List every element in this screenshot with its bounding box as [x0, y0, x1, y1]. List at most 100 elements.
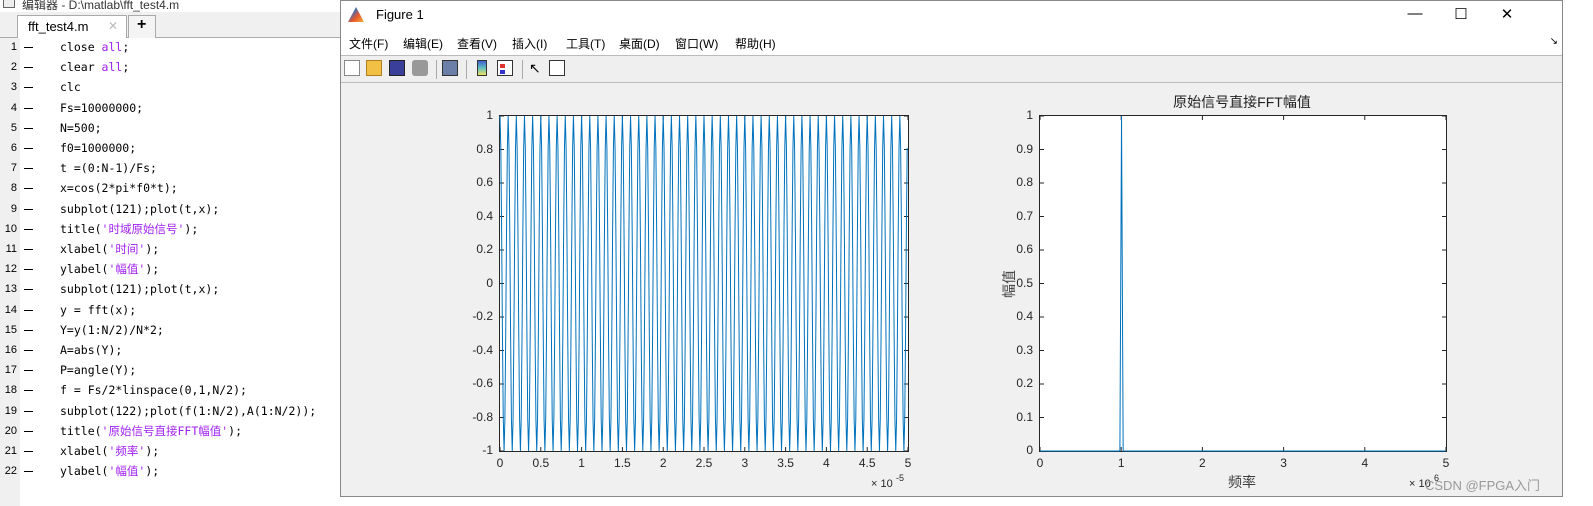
tab-fft-test4[interactable]: fft_test4.m ✕ — [17, 15, 127, 38]
code-text: close all; — [60, 37, 129, 57]
code-text: clc — [60, 77, 81, 97]
y-tick-label: 0.7 — [1016, 208, 1033, 223]
breakpoint-marker[interactable] — [24, 127, 33, 129]
x-tick-label: 4 — [823, 456, 830, 470]
code-line[interactable]: 11 xlabel('时间'); — [0, 239, 340, 259]
code-line[interactable]: 19 subplot(122);plot(f(1:N/2),A(1:N/2)); — [0, 401, 340, 421]
code-line[interactable]: 14 y = fft(x); — [0, 300, 340, 320]
breakpoint-marker[interactable] — [24, 87, 33, 89]
menu-item[interactable]: 插入(I) — [512, 35, 547, 52]
menu-bar: 帮助(H) 窗口(W) 桌面(D) 工具(T) 插入(I) 查看(V) 编辑(E) 文件(F)… — [341, 30, 1562, 56]
menu-item[interactable]: 窗口(W) — [675, 35, 718, 52]
code-line[interactable]: 22 ylabel('幅值'); — [0, 461, 340, 481]
breakpoint-marker[interactable] — [24, 249, 33, 250]
breakpoint-marker[interactable] — [24, 430, 33, 432]
editor-title-text: 编辑器 - D:\matlab\fft_test4.m — [22, 0, 180, 12]
breakpoint-marker[interactable] — [24, 269, 33, 271]
dock-icon[interactable]: ↘ — [1550, 36, 1558, 47]
code-text: f = Fs/2*linspace(0,1,N/2); — [60, 380, 247, 400]
code-text: Fs=10000000; — [60, 98, 143, 118]
menu-item[interactable]: 编辑(E) — [403, 35, 443, 52]
line-number: 10 — [4, 222, 17, 235]
code-line[interactable]: 9 subplot(121);plot(t,x); — [0, 199, 340, 219]
x-tick-label: 3 — [741, 456, 749, 470]
new-tab-button[interactable]: + — [128, 15, 156, 38]
separator — [522, 60, 523, 79]
new-figure-icon[interactable] — [344, 60, 360, 76]
code-token: P=angle(Y); — [60, 363, 137, 378]
code-line[interactable]: 13 subplot(121);plot(t,x); — [0, 279, 340, 299]
x-tick-label: 5 — [904, 456, 912, 470]
breakpoint-marker[interactable] — [24, 168, 33, 170]
time-domain-axes[interactable] — [499, 115, 909, 452]
code-token: ylabel( — [60, 464, 109, 479]
code-token: f = Fs/2*linspace(0,1,N/2); — [60, 383, 247, 398]
pointer-icon[interactable]: ↖ — [529, 60, 545, 76]
maximize-button[interactable]: ☐ — [1451, 5, 1471, 23]
breakpoint-marker[interactable] — [24, 47, 33, 48]
code-line[interactable]: 1 close all; — [0, 37, 340, 57]
breakpoint-marker[interactable] — [24, 410, 33, 412]
y-axis-label: 幅值 — [1001, 269, 1017, 298]
save-icon[interactable] — [389, 60, 405, 76]
menu-item[interactable]: 工具(T) — [566, 35, 605, 52]
code-text: A=abs(Y); — [60, 340, 122, 360]
breakpoint-marker[interactable] — [24, 350, 33, 351]
line-number: 3 — [10, 81, 17, 94]
code-text: Y=y(1:N/2)/N*2; — [60, 320, 164, 340]
code-line[interactable]: 7 t =(0:N-1)/Fs; — [0, 158, 340, 178]
breakpoint-marker[interactable] — [24, 188, 33, 190]
code-text: title('时域原始信号'); — [60, 219, 198, 239]
code-line[interactable]: 8 x=cos(2*pi*f0*t); — [0, 178, 340, 198]
legend-icon[interactable] — [497, 60, 513, 76]
breakpoint-marker[interactable] — [24, 370, 33, 372]
breakpoint-marker[interactable] — [24, 329, 33, 331]
menu-item[interactable]: 文件(F) — [349, 35, 388, 52]
menu-item[interactable]: 查看(V) — [457, 35, 497, 52]
line-number: 22 — [4, 465, 17, 478]
code-line[interactable]: 20 title('原始信号直接FFT幅值'); — [0, 421, 340, 441]
breakpoint-marker[interactable] — [24, 309, 33, 311]
code-line[interactable]: 17 P=angle(Y); — [0, 360, 340, 380]
fft-magnitude-axes[interactable] — [1039, 115, 1447, 452]
property-editor-icon[interactable] — [549, 60, 565, 76]
string-token: '幅值' — [108, 262, 146, 277]
close-button[interactable]: ✕ — [1497, 5, 1517, 23]
breakpoint-marker[interactable] — [24, 148, 33, 149]
code-line[interactable]: 15 Y=y(1:N/2)/N*2; — [0, 320, 340, 340]
breakpoint-marker[interactable] — [24, 390, 33, 392]
code-line[interactable]: 2 clear all; — [0, 57, 340, 77]
code-line[interactable]: 16 A=abs(Y); — [0, 340, 340, 360]
open-icon[interactable] — [366, 60, 382, 76]
code-token: clc — [60, 80, 81, 95]
breakpoint-marker[interactable] — [24, 208, 33, 210]
minimize-button[interactable]: — — [1405, 5, 1425, 22]
breakpoint-marker[interactable] — [24, 471, 33, 473]
code-text: x=cos(2*pi*f0*t); — [60, 178, 178, 198]
code-line[interactable]: 18 f = Fs/2*linspace(0,1,N/2); — [0, 380, 340, 400]
code-line[interactable]: 4 Fs=10000000; — [0, 98, 340, 118]
code-text: clear all; — [60, 57, 129, 77]
breakpoint-marker[interactable] — [24, 228, 33, 230]
print-icon[interactable] — [412, 60, 428, 76]
breakpoint-marker[interactable] — [24, 451, 33, 452]
code-line[interactable]: 3 clc — [0, 77, 340, 97]
code-line[interactable]: 12 ylabel('幅值'); — [0, 259, 340, 279]
breakpoint-marker[interactable] — [24, 107, 33, 109]
code-line[interactable]: 6 f0=1000000; — [0, 138, 340, 158]
y-tick-label: -0.4 — [472, 342, 493, 357]
code-token: ylabel( — [60, 262, 109, 277]
menu-item[interactable]: 帮助(H) — [735, 35, 776, 52]
link-icon[interactable] — [442, 60, 458, 76]
breakpoint-marker[interactable] — [24, 289, 33, 291]
tab-bar: fft_test4.m ✕ + — [0, 12, 340, 38]
x-tick-label: 1.5 — [614, 456, 631, 470]
menu-item[interactable]: 桌面(D) — [619, 35, 660, 52]
code-line[interactable]: 10 title('时域原始信号'); — [0, 219, 340, 239]
line-number: 16 — [4, 344, 17, 356]
code-line[interactable]: 21 xlabel('频率'); — [0, 441, 340, 461]
code-line[interactable]: 5 N=500; — [0, 118, 340, 138]
colorbar-icon[interactable] — [477, 60, 487, 76]
close-tab-icon[interactable]: ✕ — [108, 19, 118, 33]
breakpoint-marker[interactable] — [24, 67, 33, 69]
